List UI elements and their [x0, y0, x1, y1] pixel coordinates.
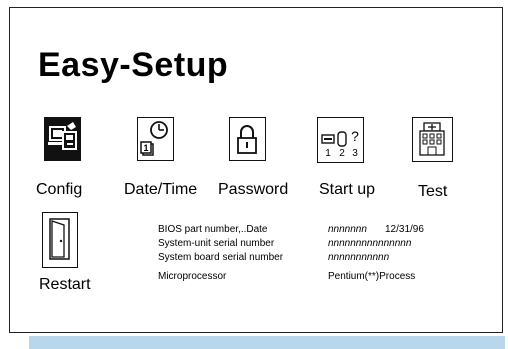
config-icon — [44, 117, 81, 161]
bios-part-label: BIOS part number,..Date — [158, 224, 268, 235]
bios-date-value: 12/31/96 — [385, 224, 424, 235]
door-icon — [42, 212, 78, 268]
svg-text:1: 1 — [143, 143, 148, 153]
config-label: Config — [36, 181, 83, 198]
clock-calendar-icon: 1 — [137, 117, 174, 161]
startup-label: Start up — [319, 181, 376, 198]
page-title: Easy-Setup — [38, 46, 229, 84]
microprocessor-value: Pentium(**)Process — [328, 271, 416, 282]
startup-digit-2: 2 — [339, 148, 345, 159]
system-unit-serial-value: nnnnnnnnnnnnnnn — [328, 238, 412, 249]
datetime-label: Date/Time — [124, 181, 198, 198]
bottom-status-bar — [29, 336, 505, 349]
hospital-icon — [412, 117, 453, 162]
startup-digit-1: 1 — [325, 148, 331, 159]
startup-sequence-icon: ? 1 2 3 — [317, 117, 364, 163]
system-unit-serial-label: System-unit serial number — [158, 238, 275, 249]
bios-part-value: nnnnnnn — [328, 224, 367, 235]
lock-icon — [229, 117, 266, 161]
startup-digit-3: 3 — [352, 148, 358, 159]
restart-label: Restart — [39, 276, 91, 293]
system-board-serial-label: System board serial number — [158, 252, 284, 263]
microprocessor-label: Microprocessor — [158, 271, 227, 282]
svg-text:?: ? — [351, 128, 359, 144]
test-label: Test — [418, 183, 448, 200]
system-board-serial-value: nnnnnnnnnnn — [328, 252, 390, 263]
password-label: Password — [218, 181, 289, 198]
